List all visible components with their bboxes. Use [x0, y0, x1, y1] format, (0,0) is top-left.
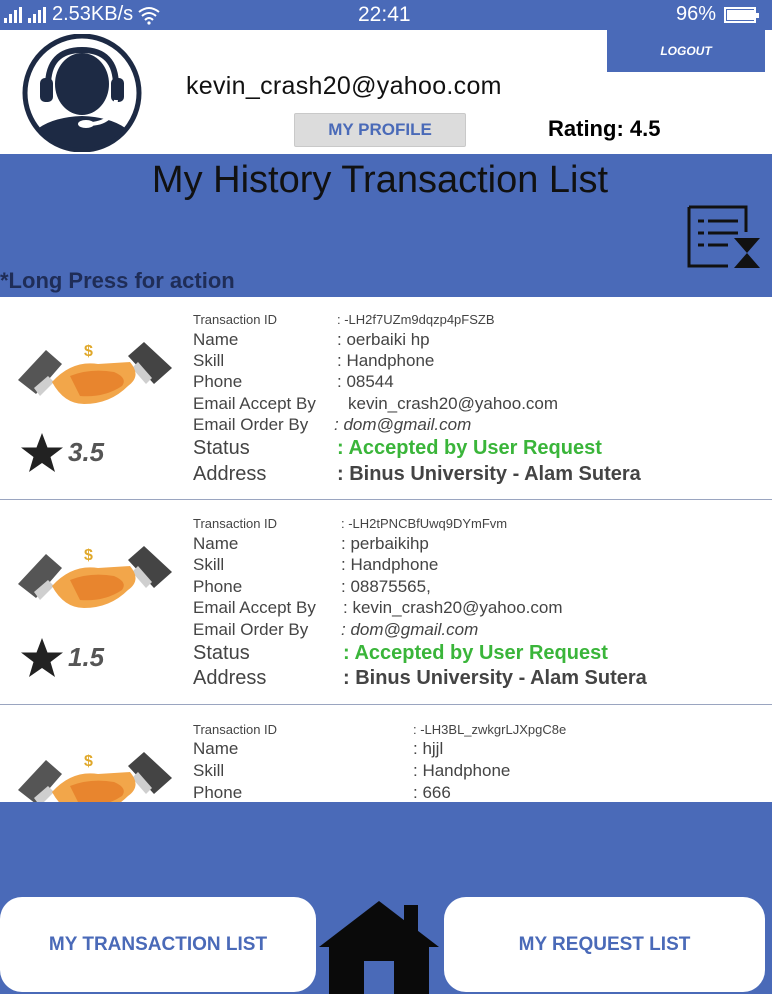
transaction-address: : Binus University - Alam Sutera: [337, 463, 641, 485]
label-phone: Phone: [193, 372, 243, 391]
status-bar: 2.53KB/s 22:41 96%: [0, 0, 772, 30]
handshake-icon: [18, 546, 172, 608]
handshake-icon: [18, 752, 172, 802]
my-request-list-button[interactable]: MY REQUEST LIST: [444, 897, 765, 992]
transaction-rating: 1.5: [68, 642, 105, 672]
transaction-status: : Accepted by User Request: [343, 642, 608, 664]
label-transaction-id: Transaction ID: [193, 312, 278, 327]
label-transaction-id: Transaction ID: [193, 516, 278, 531]
logout-button[interactable]: LOGOUT: [607, 30, 765, 72]
user-rating: Rating: 4.5: [548, 116, 661, 141]
my-profile-button[interactable]: MY PROFILE: [294, 113, 466, 147]
label-name: Name: [193, 330, 239, 349]
label-status: Status: [193, 437, 250, 459]
label-email-accept: Email Accept By: [193, 394, 316, 413]
battery-icon: [724, 6, 759, 23]
battery-fill: [727, 9, 754, 20]
transaction-id: : -LH3BL_zwkgrLJXpgC8e: [413, 722, 567, 737]
label-name: Name: [193, 534, 239, 553]
transaction-name: : hjjl: [413, 739, 444, 758]
signal-icon: [28, 6, 46, 23]
home-icon[interactable]: [318, 895, 440, 994]
history-banner: My History Transaction List *Long Press …: [0, 154, 772, 297]
transaction-name: : perbaikihp: [341, 534, 429, 553]
transaction-email-order: : dom@gmail.com: [334, 415, 472, 434]
signal-icon: [4, 6, 22, 23]
label-name: Name: [193, 739, 239, 758]
transaction-phone: : 08875565,: [341, 577, 431, 596]
label-skill: Skill: [193, 761, 225, 780]
label-email-order: Email Order By: [193, 415, 309, 434]
status-left: 2.53KB/s: [4, 3, 161, 26]
transaction-skill: : Handphone: [413, 761, 511, 780]
label-skill: Skill: [193, 351, 225, 370]
label-status: Status: [193, 642, 250, 664]
wifi-icon: [138, 6, 160, 25]
transaction-phone: : 08544: [337, 372, 394, 391]
battery-percent: 96%: [675, 3, 716, 25]
long-press-hint: *Long Press for action: [0, 268, 235, 293]
handshake-icon: [18, 342, 172, 404]
status-right: 96%: [675, 3, 759, 26]
transaction-address: : Binus University - Alam Sutera: [343, 667, 647, 689]
my-transaction-list-button[interactable]: MY TRANSACTION LIST: [0, 897, 316, 992]
network-speed: 2.53KB/s: [52, 3, 134, 25]
transaction-status: : Accepted by User Request: [337, 437, 602, 459]
star-icon: [21, 638, 63, 677]
transaction-skill: : Handphone: [337, 351, 435, 370]
transaction-id: : -LH2tPNCBfUwq9DYmFvm: [341, 516, 508, 531]
label-address: Address: [193, 463, 267, 485]
label-email-accept: Email Accept By: [193, 598, 316, 617]
transaction-email-order: : dom@gmail.com: [341, 620, 479, 639]
label-phone: Phone: [193, 577, 243, 596]
profile-header: kevin_crash20@yahoo.com MY PROFILE Ratin…: [0, 30, 772, 154]
transaction-rating: 3.5: [68, 437, 105, 467]
transaction-list[interactable]: 3.5 Transaction ID : -LH2f7UZm9dqzp4pFSZ…: [0, 297, 772, 802]
label-email-order: Email Order By: [193, 620, 309, 639]
label-phone: Phone: [193, 783, 243, 802]
page-title: My History Transaction List: [151, 159, 609, 201]
transaction-card[interactable]: 3.5 Transaction ID : -LH2f7UZm9dqzp4pFSZ…: [0, 297, 772, 500]
transaction-email-accept: kevin_crash20@yahoo.com: [348, 394, 559, 413]
bottom-navigation: MY TRANSACTION LIST MY REQUEST LIST: [0, 802, 772, 994]
history-document-icon: [687, 205, 760, 268]
transaction-card[interactable]: 1.5 Transaction ID : -LH2tPNCBfUwq9DYmFv…: [0, 500, 772, 705]
user-email: kevin_crash20@yahoo.com: [186, 72, 502, 100]
transaction-name: : oerbaiki hp: [337, 330, 430, 349]
user-avatar-icon: [22, 34, 142, 152]
transaction-card[interactable]: Transaction ID : -LH3BL_zwkgrLJXpgC8e Na…: [0, 705, 772, 802]
label-skill: Skill: [193, 555, 225, 574]
transaction-email-accept: : kevin_crash20@yahoo.com: [343, 598, 563, 617]
transaction-phone: : 666: [413, 783, 451, 802]
transaction-id: : -LH2f7UZm9dqzp4pFSZB: [337, 312, 495, 327]
star-icon: [21, 433, 63, 472]
label-transaction-id: Transaction ID: [193, 722, 278, 737]
clock: 22:41: [358, 3, 411, 26]
transaction-skill: : Handphone: [341, 555, 439, 574]
label-address: Address: [193, 667, 267, 689]
